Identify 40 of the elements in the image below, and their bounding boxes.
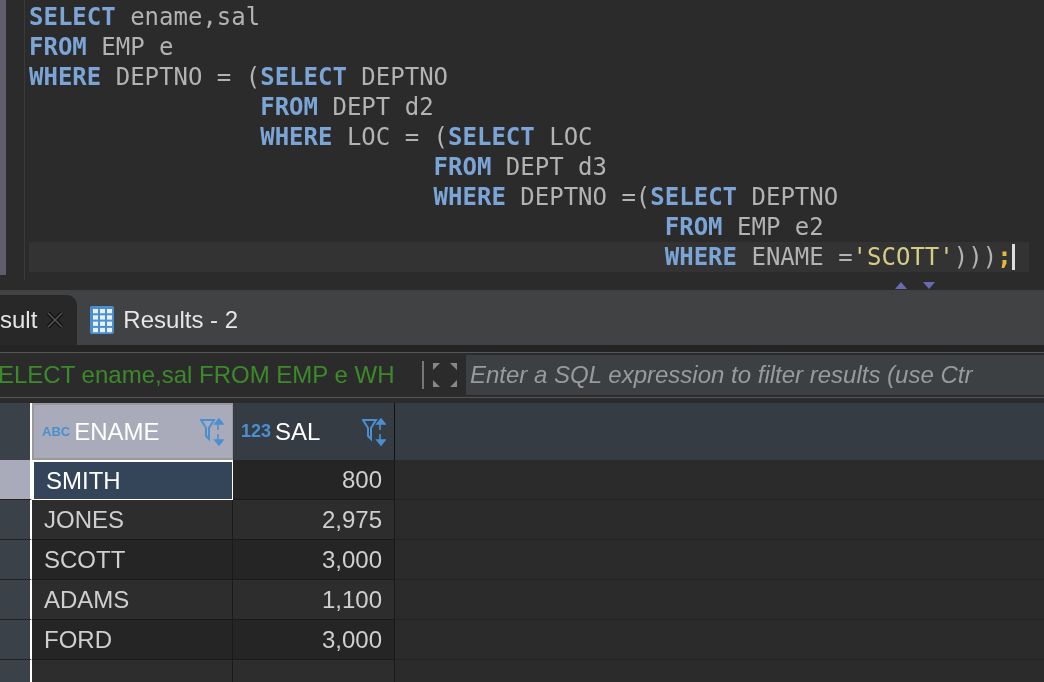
table-cell: 2,975 <box>233 500 395 540</box>
filter-sort-icon[interactable] <box>362 416 386 447</box>
code-line: FROM DEPT d3 <box>432 152 607 182</box>
table-cell: 3,000 <box>233 620 395 660</box>
code-line: FROM DEPT d2 <box>259 92 434 122</box>
row-header[interactable] <box>0 580 32 620</box>
results-tab[interactable]: sult <box>0 295 78 345</box>
table-cell: 1,100 <box>233 580 395 620</box>
table-cell: SMITH <box>32 460 233 500</box>
row-header[interactable] <box>0 660 32 682</box>
results-tab[interactable]: Results - 2 <box>77 295 251 345</box>
type-label: 123 <box>241 420 272 443</box>
table-cell: 3,000 <box>233 540 395 580</box>
grid-icon <box>89 305 116 335</box>
table-cell: 800 <box>233 460 395 500</box>
table-cell: ADAMS <box>32 580 233 620</box>
row-header[interactable] <box>0 540 32 580</box>
column-name: SAL <box>275 416 322 447</box>
type-label: ABC <box>42 422 71 441</box>
code-line: FROM EMP e2 <box>663 212 824 242</box>
expand-icon[interactable] <box>430 360 460 390</box>
navigation-arrows-icon[interactable] <box>893 280 937 289</box>
code-line: WHERE LOC = (SELECT LOC <box>259 122 593 152</box>
row-header[interactable] <box>0 620 32 660</box>
query-text: ELECT ename,sal FROM EMP e WH <box>0 360 396 390</box>
filter-input[interactable]: Enter a SQL expression to filter results (use Ctr <box>466 355 1044 395</box>
column-name: ENAME <box>74 416 161 447</box>
column-header[interactable]: 123 SAL <box>233 403 395 460</box>
corner-header <box>0 403 32 460</box>
code-line: WHERE DEPTNO = (SELECT DEPTNO <box>29 62 449 92</box>
row-header[interactable] <box>0 460 32 500</box>
table-cell: JONES <box>32 500 233 540</box>
text-cursor <box>1011 244 1015 270</box>
row-header[interactable] <box>0 500 32 540</box>
table-cell: FORD <box>32 620 233 660</box>
code-line: SELECT ename,sal <box>29 2 261 32</box>
code-line: FROM EMP e <box>29 32 174 62</box>
close-icon[interactable] <box>45 310 66 330</box>
table-cell: SCOTT <box>32 540 233 580</box>
code-line: WHERE DEPTNO =(SELECT DEPTNO <box>432 182 839 212</box>
